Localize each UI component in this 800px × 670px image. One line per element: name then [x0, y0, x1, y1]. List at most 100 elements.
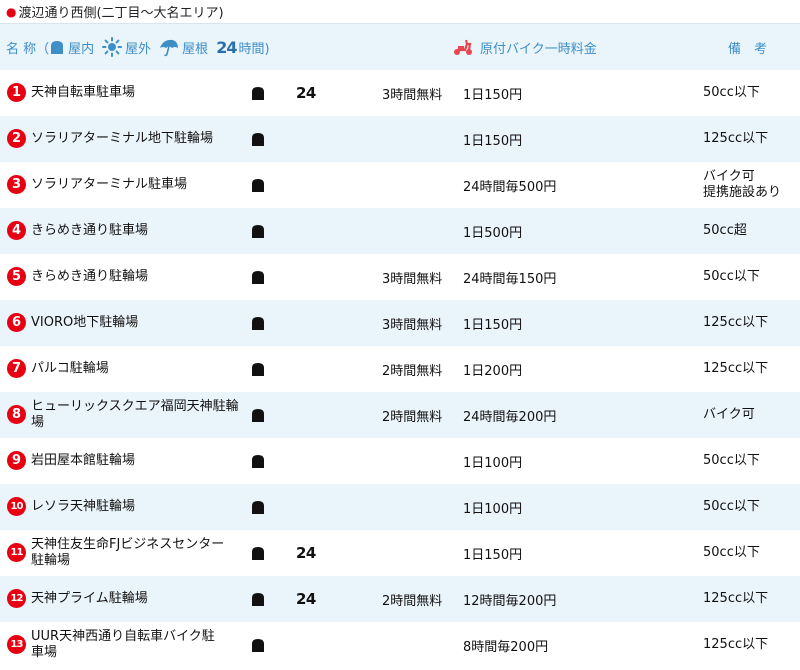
note: 125cc以下: [703, 315, 769, 330]
table-row: 13 UUR天神西通り自転車バイク駐 車場 8時間毎200円 125cc以下: [0, 622, 800, 668]
parking-name: パルコ駐輪場: [31, 361, 109, 376]
section-title: 渡辺通り西側(二丁目～大名エリア): [18, 6, 224, 21]
note: 125cc以下: [703, 131, 769, 146]
note: 125cc以下: [703, 361, 769, 376]
parking-name: ソラリアターミナル駐車場: [31, 177, 188, 192]
parking-name: 天神住友生命FJビジネスセンター 駐輪場: [31, 537, 225, 568]
note: バイク可 提携施設あり: [703, 169, 782, 200]
table-row: 3 ソラリアターミナル駐車場 24時間毎500円 バイク可 提携施設あり: [0, 162, 800, 208]
indoor-shelter-icon: [51, 41, 64, 54]
table-row: 4 きらめき通り駐車場 1日500円 50cc超: [0, 208, 800, 254]
note: 50cc以下: [703, 545, 760, 560]
table-row: 8 ヒューリックスクエア福岡天神駐輪場 2時間無料 24時間毎200円 バイク可: [0, 392, 800, 438]
free-time: 3時間無料: [382, 87, 443, 103]
table-row: 10 レソラ天神駐輪場 1日100円 50cc以下: [0, 484, 800, 530]
h24-label: 時間): [238, 41, 270, 57]
moto-fee: 1日150円: [463, 133, 523, 149]
row-number-badge: 2: [7, 129, 26, 148]
table-row: 11 天神住友生命FJビジネスセンター 駐輪場 24 1日150円 50cc以下: [0, 530, 800, 576]
indoor-shelter-icon: [252, 317, 264, 330]
row-number-badge: 1: [7, 83, 26, 102]
parking-name: 天神自転車駐車場: [31, 85, 136, 100]
note: 50cc超: [703, 223, 747, 238]
h24-badge: 24: [296, 544, 316, 562]
parking-name: きらめき通り駐輪場: [31, 269, 149, 284]
indoor-shelter-icon: [252, 593, 264, 606]
h24-badge: 24: [296, 590, 316, 608]
moto-fee: 24時間毎500円: [463, 179, 557, 195]
indoor-shelter-icon: [252, 225, 264, 238]
moto-fee: 1日100円: [463, 455, 523, 471]
moto-fee: 1日100円: [463, 501, 523, 517]
note: 50cc以下: [703, 269, 760, 284]
indoor-shelter-icon: [252, 87, 264, 100]
moto-fee: 24時間毎150円: [463, 271, 557, 287]
row-number-badge: 12: [7, 589, 26, 608]
moto-fee-column-header: 原付バイク一時料金: [452, 24, 597, 70]
row-number-badge: 4: [7, 221, 26, 240]
note-label: 備 考: [728, 41, 768, 57]
roof-label: 屋根: [182, 41, 209, 57]
note: 125cc以下: [703, 637, 769, 652]
indoor-label: 屋内: [68, 41, 95, 57]
indoor-shelter-icon: [252, 639, 264, 652]
indoor-shelter-icon: [252, 455, 264, 468]
indoor-shelter-icon: [252, 501, 264, 514]
free-time: 2時間無料: [382, 363, 443, 379]
table-header: 名 称（ 屋内 屋外 屋根 24 時間) 原付バイク一時料金 備 考: [0, 24, 800, 70]
free-time: 2時間無料: [382, 593, 443, 609]
indoor-shelter-icon: [252, 363, 264, 376]
moto-fee: 8時間毎200円: [463, 639, 549, 655]
table-row: 1 天神自転車駐車場 24 3時間無料 1日150円 50cc以下: [0, 70, 800, 116]
row-number-badge: 3: [7, 175, 26, 194]
note: 50cc以下: [703, 453, 760, 468]
table-row: 12 天神プライム駐輪場 24 2時間無料 12時間毎200円 125cc以下: [0, 576, 800, 622]
moto-fee: 12時間毎200円: [463, 593, 557, 609]
umbrella-icon: [160, 39, 179, 57]
moto-fee-label: 原付バイク一時料金: [480, 41, 597, 57]
note-column-header: 備 考: [728, 24, 767, 70]
indoor-shelter-icon: [252, 547, 264, 560]
free-time: 2時間無料: [382, 409, 443, 425]
note: 50cc以下: [703, 85, 760, 100]
row-number-badge: 5: [7, 267, 26, 286]
indoor-shelter-icon: [252, 179, 264, 192]
note: 125cc以下: [703, 591, 769, 606]
moto-fee: 1日150円: [463, 87, 523, 103]
scooter-icon: [454, 39, 472, 55]
moto-fee: 1日200円: [463, 363, 523, 379]
note: バイク可: [703, 407, 755, 422]
moto-fee: 24時間毎200円: [463, 409, 557, 425]
name-column-header: 名 称（: [6, 41, 50, 57]
row-number-badge: 13: [7, 635, 26, 654]
legend: 名 称（ 屋内 屋外 屋根 24 時間): [6, 24, 270, 70]
parking-name: 岩田屋本館駐輪場: [31, 453, 136, 468]
parking-table-body: 1 天神自転車駐車場 24 3時間無料 1日150円 50cc以下 2 ソラリアターミナル地下…: [0, 70, 800, 668]
h24-icon: 24: [216, 37, 237, 57]
note: 50cc以下: [703, 499, 760, 514]
parking-name: VIORO地下駐輪場: [31, 315, 139, 330]
parking-name: きらめき通り駐車場: [31, 223, 149, 238]
parking-name: UUR天神西通り自転車バイク駐 車場: [31, 629, 215, 660]
table-row: 5 きらめき通り駐輪場 3時間無料 24時間毎150円 50cc以下: [0, 254, 800, 300]
moto-fee: 1日150円: [463, 317, 523, 333]
parking-name: ヒューリックスクエア福岡天神駐輪場: [31, 399, 239, 430]
sun-icon: [102, 37, 123, 57]
row-number-badge: 6: [7, 313, 26, 332]
free-time: 3時間無料: [382, 317, 443, 333]
h24-badge: 24: [296, 84, 316, 102]
indoor-shelter-icon: [252, 409, 264, 422]
bullet-icon: ●: [6, 4, 17, 19]
parking-name: 天神プライム駐輪場: [31, 591, 148, 606]
free-time: 3時間無料: [382, 271, 443, 287]
moto-fee: 1日500円: [463, 225, 523, 241]
row-number-badge: 9: [7, 451, 26, 470]
section-title-bar: ● 渡辺通り西側(二丁目～大名エリア): [0, 0, 800, 24]
indoor-shelter-icon: [252, 133, 264, 146]
row-number-badge: 11: [7, 543, 26, 562]
moto-fee: 1日150円: [463, 547, 523, 563]
table-row: 9 岩田屋本館駐輪場 1日100円 50cc以下: [0, 438, 800, 484]
row-number-badge: 7: [7, 359, 26, 378]
indoor-shelter-icon: [252, 271, 264, 284]
table-row: 7 パルコ駐輪場 2時間無料 1日200円 125cc以下: [0, 346, 800, 392]
